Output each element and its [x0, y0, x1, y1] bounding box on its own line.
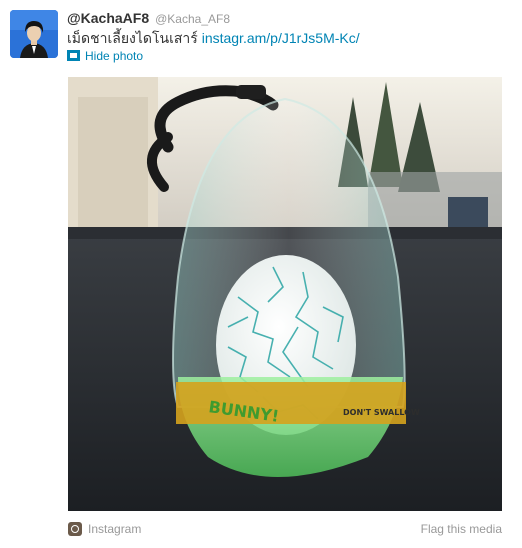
user-screen-name[interactable]: @Kacha_AF8	[155, 12, 230, 26]
hide-photo-toggle[interactable]: Hide photo	[67, 48, 143, 64]
flag-media-link[interactable]: Flag this media	[421, 522, 502, 536]
tweet-link[interactable]: instagr.am/p/J1rJs5M-Kc/	[202, 30, 360, 46]
media-footer: Instagram Flag this media	[68, 520, 502, 540]
photo-icon	[67, 50, 80, 61]
media-source-label: Instagram	[88, 522, 142, 536]
instagram-icon	[68, 522, 82, 536]
media-photo[interactable]: BUNNY! DON'T SWALLOW	[68, 77, 502, 511]
tweet-text: เม็ดชาเลี้ยงไดโนเสาร์ instagr.am/p/J1rJs…	[67, 28, 360, 48]
tweet: @KachaAF8 @Kacha_AF8 เม็ดชาเลี้ยงไดโนเสาร…	[0, 0, 522, 548]
media-source[interactable]: Instagram	[68, 522, 141, 536]
photo-image: BUNNY! DON'T SWALLOW	[68, 77, 502, 511]
tweet-text-body: เม็ดชาเลี้ยงไดโนเสาร์	[67, 30, 198, 46]
hide-photo-label: Hide photo	[85, 49, 144, 63]
user-fullname[interactable]: @KachaAF8	[67, 10, 149, 26]
tweet-header: @KachaAF8 @Kacha_AF8	[67, 9, 230, 28]
egg-label-right: DON'T SWALLOW	[343, 408, 420, 417]
avatar[interactable]	[10, 10, 58, 58]
